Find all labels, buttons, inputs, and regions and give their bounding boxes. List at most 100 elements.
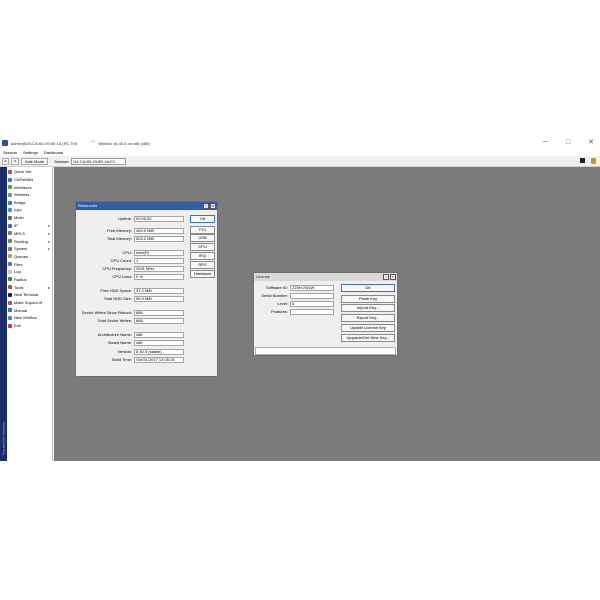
resources-pci-button[interactable]: PCI xyxy=(190,226,215,234)
window-subtitle: WinBox v6.40.5 on x86 (x86) xyxy=(98,140,150,146)
field-value: Oct/31/2017 13:05:15 xyxy=(134,356,184,363)
resources-close-button[interactable]: × xyxy=(210,203,216,209)
field-label: Free Memory: xyxy=(107,228,132,233)
sidebar-item-files[interactable]: Files xyxy=(7,260,52,268)
close-button[interactable]: ✕ xyxy=(588,139,594,147)
menu-session[interactable]: Session xyxy=(3,150,17,155)
license-field-row: Software ID: ZZ0H-E51W xyxy=(254,284,334,291)
menu-item-icon xyxy=(8,285,12,290)
field-value: 6 xyxy=(290,300,334,307)
sidebar-item-capsman[interactable]: CAPsMAN xyxy=(7,176,52,184)
resources-rps-button[interactable]: RPS xyxy=(190,261,215,269)
sidebar-item-log[interactable]: Log xyxy=(7,268,52,276)
resources-field-row: Free HDD Space: 37.2 MiB xyxy=(76,287,184,294)
license-import-key-button[interactable]: Import Key... xyxy=(341,304,395,312)
license-statusbar xyxy=(255,347,396,355)
sidebar-item-label: Queues xyxy=(14,253,29,259)
field-value: 00:00:52 xyxy=(134,215,184,222)
sidebar-item-label: New WinBox xyxy=(14,315,37,321)
license-update-license-key-button[interactable]: Update License Key xyxy=(341,324,395,332)
sidebar-item-label: Files xyxy=(14,261,23,267)
sidebar-item-new-terminal[interactable]: New Terminal xyxy=(7,291,52,299)
sidebar-item-queues[interactable]: Queues xyxy=(7,253,52,261)
resources-irq-button[interactable]: IRQ xyxy=(190,252,215,260)
sidebar-brand-strip: RouterOS WinBox xyxy=(0,167,7,461)
menu-item-icon xyxy=(8,269,12,274)
sidebar-item-radius[interactable]: Radius xyxy=(7,276,52,284)
license-field-row: Serial Number: xyxy=(254,292,334,299)
menu-item-icon xyxy=(8,300,12,305)
menu-item-icon xyxy=(8,292,12,297)
field-value: 2591 MHz xyxy=(134,265,184,272)
menu-item-icon xyxy=(8,200,12,205)
resources-usb-button[interactable]: USB xyxy=(190,234,215,242)
menu-dashboard[interactable]: Dashboard xyxy=(44,150,64,155)
submenu-arrow-icon: ▸ xyxy=(47,230,50,236)
resources-titlebar[interactable]: Resources ▫ × xyxy=(76,202,217,210)
sidebar-item-mpls[interactable]: MPLS ▸ xyxy=(7,230,52,238)
menu-item-icon xyxy=(8,185,12,190)
sidebar-item-label: Quick Set xyxy=(14,169,32,175)
sidebar-item-manual[interactable]: Manual xyxy=(7,306,52,314)
sidebar-item-ppp[interactable]: PPP xyxy=(7,206,52,214)
resources-restore-button[interactable]: ▫ xyxy=(203,203,209,209)
menu-item-icon xyxy=(8,223,12,228)
lock-icon xyxy=(591,158,596,164)
window-titlebar: admin@D4:CA:6D:29:6E:1A (RC Tel) ◠ WinBo… xyxy=(0,137,600,149)
field-value: 0 % xyxy=(134,273,184,280)
session-label: Session: xyxy=(54,158,70,164)
license-paste-key-button[interactable]: Paste Key xyxy=(341,295,395,303)
field-label: Sector Writes Since Reboot: xyxy=(81,310,132,315)
field-label: Total Memory: xyxy=(106,236,132,241)
sidebar-item-tools[interactable]: Tools ▸ xyxy=(7,283,52,291)
resources-field-row: CPU Load: 0 % xyxy=(76,273,184,280)
sidebar-item-quick-set[interactable]: Quick Set xyxy=(7,168,52,176)
resources-hardware-button[interactable]: Hardware xyxy=(190,270,215,278)
menu-item-icon xyxy=(8,308,12,313)
sidebar-item-label: System xyxy=(14,246,28,252)
undo-button[interactable]: ↶ xyxy=(2,157,10,165)
sidebar-item-label: Exit xyxy=(14,323,21,329)
resources-cpu-button[interactable]: CPU xyxy=(190,243,215,251)
license-restore-button[interactable]: ▫ xyxy=(383,274,389,280)
maximize-button[interactable]: □ xyxy=(566,139,570,147)
sidebar-item-wireless[interactable]: Wireless xyxy=(7,191,52,199)
sidebar-item-exit[interactable]: Exit xyxy=(7,322,52,330)
license-close-button[interactable]: × xyxy=(390,274,396,280)
winbox-app-icon xyxy=(2,140,8,146)
redo-button[interactable]: ↷ xyxy=(11,157,19,165)
menubar: Session Settings Dashboard xyxy=(0,149,600,156)
license-ok-button[interactable]: OK xyxy=(341,284,395,292)
resources-field-row: Version: 6.40.5 (stable) xyxy=(76,348,184,355)
session-field[interactable]: D4:CA:6D:29:6E:1A:FC xyxy=(71,157,127,165)
sidebar-item-label: MPLS xyxy=(14,230,25,236)
field-label: Serial Number: xyxy=(261,293,288,298)
license-upgrade-get-new-key-button[interactable]: Upgrade/Get New Key... xyxy=(341,334,395,342)
menu-item-icon xyxy=(8,177,12,182)
resources-field-row: Total HDD Size: 56.9 MiB xyxy=(76,295,184,302)
sidebar-item-system[interactable]: System ▸ xyxy=(7,245,52,253)
safe-mode-button[interactable]: Safe Mode xyxy=(20,157,49,165)
license-export-key-button[interactable]: Export Key... xyxy=(341,314,395,322)
resources-field-row: CPU Count: 1 xyxy=(76,257,184,264)
license-titlebar[interactable]: License ▫ × xyxy=(254,273,397,281)
field-value: x86 xyxy=(134,339,184,346)
sidebar-item-new-winbox[interactable]: New WinBox xyxy=(7,314,52,322)
sidebar-item-interfaces[interactable]: Interfaces xyxy=(7,183,52,191)
field-value: 37.2 MiB xyxy=(134,287,184,294)
resources-field-row: CPU: Intel(R) xyxy=(76,249,184,256)
sidebar-item-bridge[interactable]: Bridge xyxy=(7,199,52,207)
menu-item-icon xyxy=(8,215,12,220)
sidebar-item-make-supout-rif[interactable]: Make Supout.rif xyxy=(7,299,52,307)
sidebar-item-ip[interactable]: IP ▸ xyxy=(7,222,52,230)
sidebar-item-routing[interactable]: Routing ▸ xyxy=(7,237,52,245)
sidebar-item-label: Wireless xyxy=(14,192,30,198)
resources-ok-button[interactable]: OK xyxy=(190,215,215,223)
field-label: Version: xyxy=(117,349,132,354)
menu-item-icon xyxy=(8,315,12,320)
minimize-button[interactable]: ─ xyxy=(543,139,548,147)
sidebar-item-label: Interfaces xyxy=(14,184,32,190)
menu-settings[interactable]: Settings xyxy=(23,150,37,155)
sidebar-item-mesh[interactable]: Mesh xyxy=(7,214,52,222)
sidebar-brand-text: RouterOS WinBox xyxy=(1,422,6,455)
